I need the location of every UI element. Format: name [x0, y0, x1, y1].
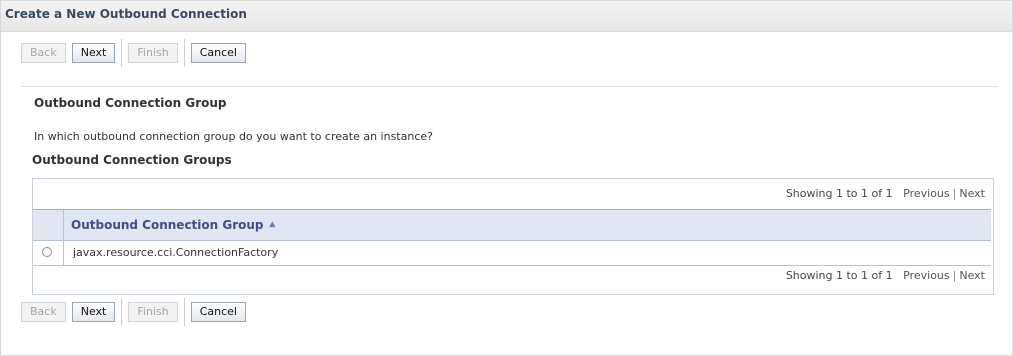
select-cell	[33, 241, 64, 265]
button-separator	[121, 298, 123, 326]
table-grid: Outbound Connection Group ⯅ javax.resourc…	[33, 209, 991, 266]
next-button-top[interactable]: Next	[71, 43, 116, 63]
button-separator	[121, 39, 123, 67]
button-separator	[183, 298, 185, 326]
next-button-bottom[interactable]: Next	[71, 302, 116, 322]
table-header-row: Outbound Connection Group ⯅	[33, 210, 991, 241]
row-radio-button[interactable]	[42, 247, 52, 257]
pager-next-link[interactable]: Next	[959, 187, 985, 200]
finish-button-bottom[interactable]: Finish	[128, 302, 178, 322]
cancel-button-top[interactable]: Cancel	[190, 43, 246, 63]
divider	[21, 86, 998, 87]
select-column-header	[33, 210, 64, 240]
table-title: Outbound Connection Groups	[32, 153, 232, 167]
pager-status: Showing 1 to 1 of 1	[785, 269, 893, 282]
connection-groups-table: Showing 1 to 1 of 1 Previous | Next Outbou…	[32, 178, 994, 295]
pager-next-link[interactable]: Next	[959, 269, 985, 282]
column-header-label: Outbound Connection Group	[71, 218, 264, 232]
pager-status: Showing 1 to 1 of 1	[785, 187, 893, 200]
pager-top: Showing 1 to 1 of 1 Previous | Next	[785, 187, 985, 200]
page-title: Create a New Outbound Connection	[1, 1, 1012, 32]
row-value: javax.resource.cci.ConnectionFactory	[73, 246, 279, 259]
cancel-button-bottom[interactable]: Cancel	[190, 302, 246, 322]
back-button-top[interactable]: Back	[21, 43, 66, 63]
back-button-bottom[interactable]: Back	[21, 302, 66, 322]
bottom-button-bar: Back Next Finish Cancel	[21, 297, 252, 327]
pager-previous-link[interactable]: Previous	[903, 269, 950, 282]
finish-button-top[interactable]: Finish	[128, 43, 178, 63]
section-description: In which outbound connection group do yo…	[34, 130, 433, 143]
sort-ascending-icon[interactable]: ⯅	[268, 218, 278, 232]
top-button-bar: Back Next Finish Cancel	[21, 38, 252, 68]
pager-bottom: Showing 1 to 1 of 1 Previous | Next	[785, 269, 985, 282]
column-header-group[interactable]: Outbound Connection Group ⯅	[71, 218, 277, 233]
button-separator	[183, 39, 185, 67]
dialog-frame: Create a New Outbound Connection Back Ne…	[0, 0, 1013, 356]
pager-previous-link[interactable]: Previous	[903, 187, 950, 200]
table-row: javax.resource.cci.ConnectionFactory	[33, 241, 991, 266]
section-title: Outbound Connection Group	[34, 96, 227, 110]
